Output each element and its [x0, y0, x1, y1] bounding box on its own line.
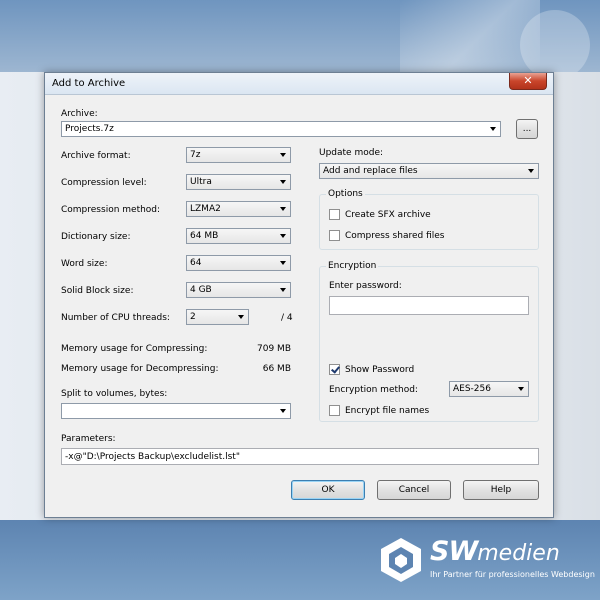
parameters-label: Parameters: [61, 434, 116, 444]
parameters-value: -x@"D:\Projects Backup\excludelist.lst" [65, 452, 240, 462]
password-input[interactable] [329, 296, 529, 315]
cancel-button-label: Cancel [398, 485, 430, 495]
browse-button-label: ... [522, 124, 532, 134]
compression-method-value: LZMA2 [190, 204, 221, 214]
update-mode-value: Add and replace files [323, 166, 418, 176]
background-circle [520, 10, 590, 80]
archive-path-combo[interactable]: Projects.7z [61, 121, 501, 137]
options-title: Options [326, 189, 365, 199]
cancel-button[interactable]: Cancel [377, 480, 451, 500]
chevron-down-icon [518, 387, 524, 391]
help-button-label: Help [490, 485, 512, 495]
create-sfx-checkbox[interactable] [329, 209, 340, 220]
close-button[interactable]: ✕ [509, 73, 547, 90]
word-size-select[interactable]: 64 [186, 255, 291, 271]
chevron-down-icon [528, 169, 534, 173]
encryption-title: Encryption [326, 261, 379, 271]
hexagon-logo-icon [381, 538, 421, 582]
update-mode-select[interactable]: Add and replace files [319, 163, 539, 179]
memory-decompress-value: 66 MB [262, 364, 291, 374]
cpu-threads-label: Number of CPU threads: [61, 313, 170, 323]
encryption-method-label: Encryption method: [329, 385, 418, 395]
chevron-down-icon [280, 153, 286, 157]
compress-shared-checkbox[interactable] [329, 230, 340, 241]
chevron-down-icon [280, 288, 286, 292]
brand-name-bold: SW [430, 536, 478, 567]
cpu-threads-select[interactable]: 2 [186, 309, 249, 325]
chevron-down-icon [280, 261, 286, 265]
solid-block-value: 4 GB [190, 285, 212, 295]
compression-level-value: Ultra [190, 177, 212, 187]
solid-block-select[interactable]: 4 GB [186, 282, 291, 298]
compression-method-select[interactable]: LZMA2 [186, 201, 291, 217]
show-password-checkbox[interactable] [329, 364, 340, 375]
encryption-group: Encryption Enter password: Show Password… [319, 261, 539, 422]
background-highlight [400, 0, 540, 72]
help-button[interactable]: Help [463, 480, 539, 500]
compress-shared-label: Compress shared files [345, 231, 445, 241]
encryption-method-value: AES-256 [453, 384, 491, 394]
brand-name: SWmedien [430, 536, 560, 567]
word-size-label: Word size: [61, 259, 108, 269]
ok-button-label: OK [321, 485, 335, 495]
archive-label: Archive: [61, 109, 98, 119]
solid-block-label: Solid Block size: [61, 286, 134, 296]
chevron-down-icon [280, 234, 286, 238]
dialog-title: Add to Archive [52, 78, 126, 89]
add-to-archive-dialog: Add to Archive ✕ Archive: Projects.7z ..… [44, 72, 554, 518]
memory-compress-label: Memory usage for Compressing: [61, 344, 208, 354]
compression-method-label: Compression method: [61, 205, 161, 215]
split-volumes-label: Split to volumes, bytes: [61, 389, 168, 399]
dictionary-size-select[interactable]: 64 MB [186, 228, 291, 244]
browse-button[interactable]: ... [516, 119, 538, 139]
brand-tagline: Ihr Partner für professionelles Webdesig… [430, 570, 595, 579]
dictionary-size-label: Dictionary size: [61, 232, 131, 242]
create-sfx-label: Create SFX archive [345, 210, 431, 220]
compression-level-select[interactable]: Ultra [186, 174, 291, 190]
brand-logo: SWmedien Ihr Partner für professionelles… [378, 532, 595, 588]
options-group: Options Create SFX archive Compress shar… [319, 189, 539, 250]
cpu-threads-value: 2 [190, 312, 196, 322]
encryption-method-select[interactable]: AES-256 [449, 381, 529, 397]
encrypt-names-checkbox[interactable] [329, 405, 340, 416]
close-icon: ✕ [523, 74, 533, 87]
encrypt-names-label: Encrypt file names [345, 406, 430, 416]
background-top-band [0, 0, 600, 80]
word-size-value: 64 [190, 258, 202, 268]
title-bar[interactable]: Add to Archive ✕ [45, 73, 553, 95]
enter-password-label: Enter password: [329, 281, 402, 291]
compression-level-label: Compression level: [61, 178, 147, 188]
cpu-threads-max: / 4 [281, 313, 293, 323]
chevron-down-icon [490, 127, 496, 131]
split-volumes-combo[interactable] [61, 403, 291, 419]
archive-path-value: Projects.7z [65, 124, 114, 134]
chevron-down-icon [238, 315, 244, 319]
update-mode-label: Update mode: [319, 148, 384, 158]
dictionary-size-value: 64 MB [190, 231, 219, 241]
archive-format-label: Archive format: [61, 151, 131, 161]
ok-button[interactable]: OK [291, 480, 365, 500]
archive-format-select[interactable]: 7z [186, 147, 291, 163]
chevron-down-icon [280, 409, 286, 413]
show-password-label: Show Password [345, 365, 415, 375]
chevron-down-icon [280, 207, 286, 211]
brand-name-rest: medien [477, 541, 560, 566]
memory-decompress-label: Memory usage for Decompressing: [61, 364, 219, 374]
chevron-down-icon [280, 180, 286, 184]
parameters-input[interactable]: -x@"D:\Projects Backup\excludelist.lst" [61, 448, 539, 465]
archive-format-value: 7z [190, 150, 201, 160]
memory-compress-value: 709 MB [257, 344, 291, 354]
